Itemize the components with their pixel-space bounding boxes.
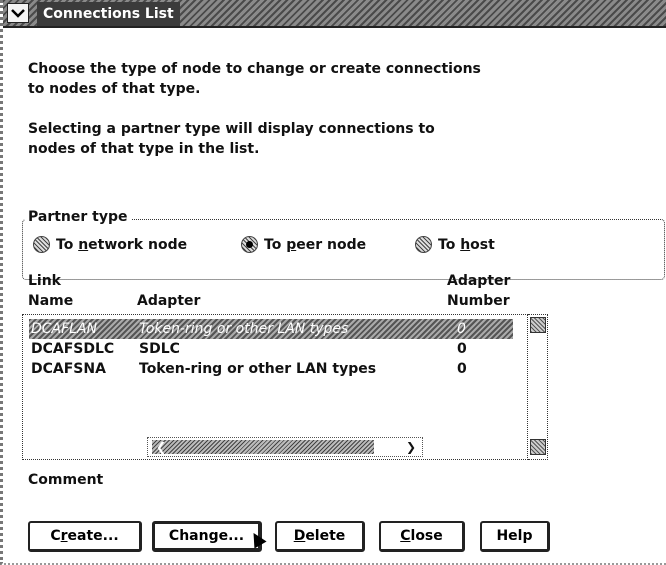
label-text: Change... xyxy=(168,528,245,544)
horizontal-scroll-thumb[interactable] xyxy=(152,440,374,454)
label-text: ost xyxy=(470,236,495,253)
title-bar[interactable]: Connections List xyxy=(3,0,666,28)
radio-host-label: To host xyxy=(438,237,495,253)
label-text: To xyxy=(438,236,461,253)
header-link-line1: Link xyxy=(28,273,61,289)
comment-label: Comment xyxy=(28,472,104,488)
row-adapter-number: 0 xyxy=(457,341,467,357)
label-text: etwork node xyxy=(88,236,188,253)
radio-peer-node-label: To peer node xyxy=(264,237,366,253)
row-adapter-number: 0 xyxy=(457,321,466,337)
create-button[interactable]: Cr eate... xyxy=(28,521,142,552)
label-text: C xyxy=(50,528,61,544)
window-title: Connections List xyxy=(37,2,180,26)
connections-list-window: Connections List Choose the type of node… xyxy=(0,0,666,565)
list-row[interactable]: DCAFSDLC SDLC 0 xyxy=(29,339,499,359)
horizontal-scrollbar[interactable]: ❮ ❯ xyxy=(147,437,423,457)
system-menu-icon[interactable] xyxy=(7,3,29,23)
row-link-name: DCAFLAN xyxy=(31,321,98,337)
header-adapter-number-line2: Number xyxy=(447,293,510,309)
mnemonic: n xyxy=(78,236,89,253)
radio-host-indicator[interactable] xyxy=(415,236,432,253)
radio-peer-node-indicator[interactable] xyxy=(241,236,258,253)
vertical-scrollbar[interactable] xyxy=(528,314,548,460)
label-text: To xyxy=(56,236,79,253)
row-adapter: Token-ring or other LAN types xyxy=(139,361,377,377)
label-text: elete xyxy=(305,528,346,544)
mnemonic: C xyxy=(400,528,411,544)
label-text: eer node xyxy=(296,236,367,253)
radio-network-node-label: To network node xyxy=(56,237,187,253)
label-text: eate... xyxy=(67,528,119,544)
instruction-line-1: Choose the type of node to change or cre… xyxy=(28,61,481,77)
radio-host[interactable]: To host xyxy=(415,236,495,253)
help-button[interactable]: Help xyxy=(480,521,550,552)
row-adapter: SDLC xyxy=(139,341,180,357)
header-link-line2: Name xyxy=(28,293,74,309)
partner-type-legend: Partner type xyxy=(25,209,131,225)
label-text: To xyxy=(264,236,287,253)
instruction-line-4: nodes of that type in the list. xyxy=(28,141,260,157)
label-text: Help xyxy=(496,528,533,544)
list-row[interactable]: DCAFSNA Token-ring or other LAN types 0 xyxy=(29,359,499,379)
radio-network-node-indicator[interactable] xyxy=(33,236,50,253)
delete-button[interactable]: Delete xyxy=(275,521,365,552)
header-adapter-number-line1: Adapter xyxy=(447,273,511,289)
scroll-up-icon[interactable] xyxy=(530,317,546,333)
row-adapter: Token-ring or other LAN types xyxy=(139,321,349,337)
close-button[interactable]: Close xyxy=(379,521,465,552)
scroll-left-icon[interactable]: ❮ xyxy=(156,438,166,456)
change-button[interactable]: Change... xyxy=(152,521,262,552)
header-adapter: Adapter xyxy=(137,293,201,309)
list-row[interactable]: DCAFLAN Token-ring or other LAN types 0 xyxy=(29,319,513,339)
scroll-down-icon[interactable] xyxy=(530,439,546,455)
mnemonic: h xyxy=(460,236,471,253)
row-link-name: DCAFSDLC xyxy=(31,341,115,357)
radio-network-node[interactable]: To network node xyxy=(33,236,187,253)
row-adapter-number: 0 xyxy=(457,361,467,377)
instruction-line-2: to nodes of that type. xyxy=(28,81,201,97)
mnemonic: D xyxy=(293,528,306,544)
mnemonic: p xyxy=(286,236,297,253)
instruction-line-3: Selecting a partner type will display co… xyxy=(28,121,435,137)
scroll-right-icon[interactable]: ❯ xyxy=(406,438,416,456)
mnemonic: r xyxy=(60,528,68,544)
label-text: lose xyxy=(410,528,443,544)
row-link-name: DCAFSNA xyxy=(31,361,106,377)
radio-peer-node[interactable]: To peer node xyxy=(241,236,366,253)
